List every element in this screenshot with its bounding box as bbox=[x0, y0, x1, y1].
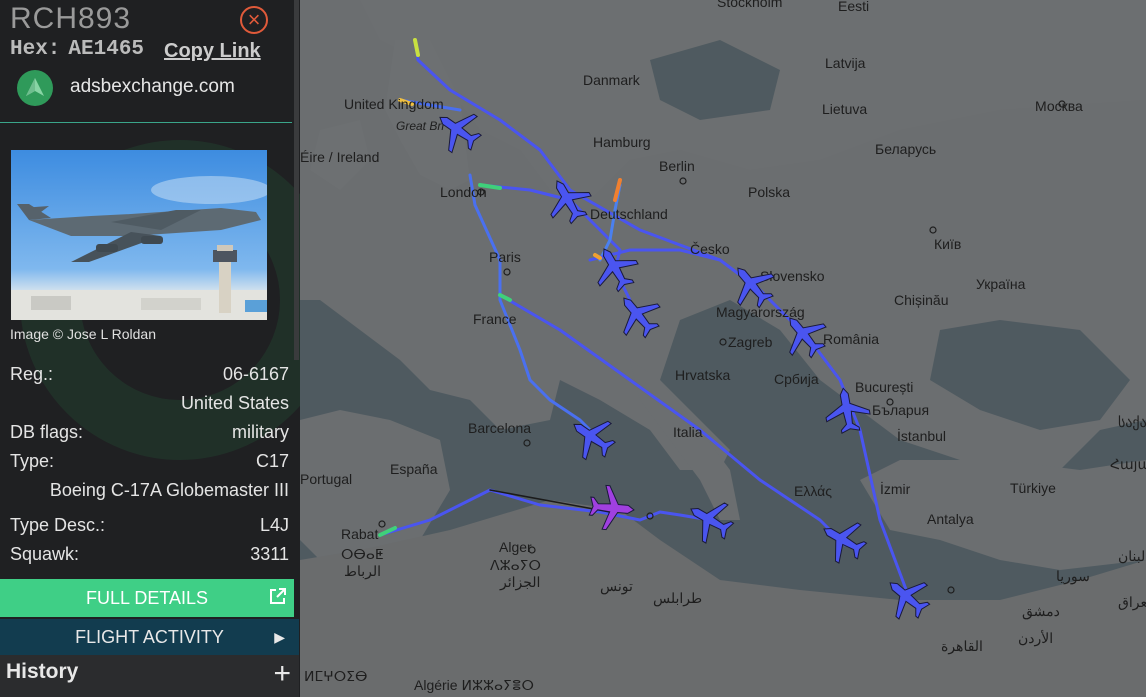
chevron-right-icon: ▶ bbox=[274, 629, 285, 645]
external-link-icon bbox=[268, 581, 288, 619]
map-view[interactable]: Stockholm Eesti Latvija Danmark Lietuva … bbox=[300, 0, 1146, 697]
db-flags-value: military bbox=[232, 422, 289, 442]
reg-label: Reg.: bbox=[10, 364, 54, 384]
hex-label: Hex: bbox=[10, 38, 61, 61]
aircraft-photo[interactable] bbox=[11, 150, 267, 320]
aircraft-marker[interactable] bbox=[584, 237, 646, 299]
aircraft-marker[interactable] bbox=[560, 405, 624, 469]
callsign-title: RCH893 bbox=[10, 2, 132, 35]
expand-plus-icon[interactable]: + bbox=[273, 657, 291, 691]
flight-activity-label: FLIGHT ACTIVITY bbox=[75, 627, 224, 647]
aircraft-marker[interactable] bbox=[537, 169, 599, 231]
copy-link[interactable]: Copy Link bbox=[164, 40, 261, 63]
aircraft-marker[interactable] bbox=[875, 565, 939, 629]
type-full-name: Boeing C-17A Globemaster III bbox=[49, 480, 289, 500]
aircraft-marker[interactable] bbox=[772, 303, 836, 367]
aircraft-marker[interactable] bbox=[821, 384, 873, 436]
type-desc-label: Type Desc.: bbox=[10, 515, 106, 535]
history-section[interactable]: History + bbox=[0, 655, 299, 697]
squawk-label: Squawk: bbox=[10, 544, 80, 564]
selected-aircraft-marker[interactable] bbox=[587, 483, 637, 533]
adsbexchange-logo-icon[interactable] bbox=[17, 70, 53, 106]
history-label: History bbox=[6, 660, 79, 683]
flight-activity-button[interactable]: FLIGHT ACTIVITY ▶ bbox=[0, 619, 299, 655]
close-icon[interactable]: × bbox=[240, 6, 268, 34]
squawk-value: 3311 bbox=[250, 544, 289, 564]
reg-value: 06-6167 bbox=[222, 364, 289, 384]
divider bbox=[0, 122, 292, 123]
aircraft-marker[interactable] bbox=[720, 253, 784, 317]
aircraft-layer bbox=[426, 98, 939, 629]
type-value: C17 bbox=[255, 451, 289, 471]
aircraft-marker[interactable] bbox=[426, 98, 490, 162]
type-desc-value: L4J bbox=[259, 515, 289, 535]
sidebar-scrollbar[interactable] bbox=[294, 0, 299, 360]
site-link[interactable]: adsbexchange.com bbox=[70, 76, 235, 98]
type-label: Type: bbox=[10, 451, 55, 471]
full-details-label: FULL DETAILS bbox=[85, 588, 209, 608]
aircraft-marker[interactable] bbox=[606, 283, 670, 347]
hex-row: Hex: AE1465 bbox=[10, 38, 144, 61]
aircraft-info-panel: RCH893 × Hex: AE1465 Copy Link adsbexchan… bbox=[0, 0, 300, 697]
db-flags-label: DB flags: bbox=[10, 422, 84, 442]
hex-value: AE1465 bbox=[68, 38, 145, 61]
image-credit: Image © Jose L Roldan bbox=[10, 326, 156, 342]
country-value: United States bbox=[180, 393, 289, 413]
full-details-button[interactable]: FULL DETAILS bbox=[0, 579, 294, 617]
aircraft-marker[interactable] bbox=[812, 509, 874, 571]
aircraft-marker[interactable] bbox=[679, 489, 741, 551]
